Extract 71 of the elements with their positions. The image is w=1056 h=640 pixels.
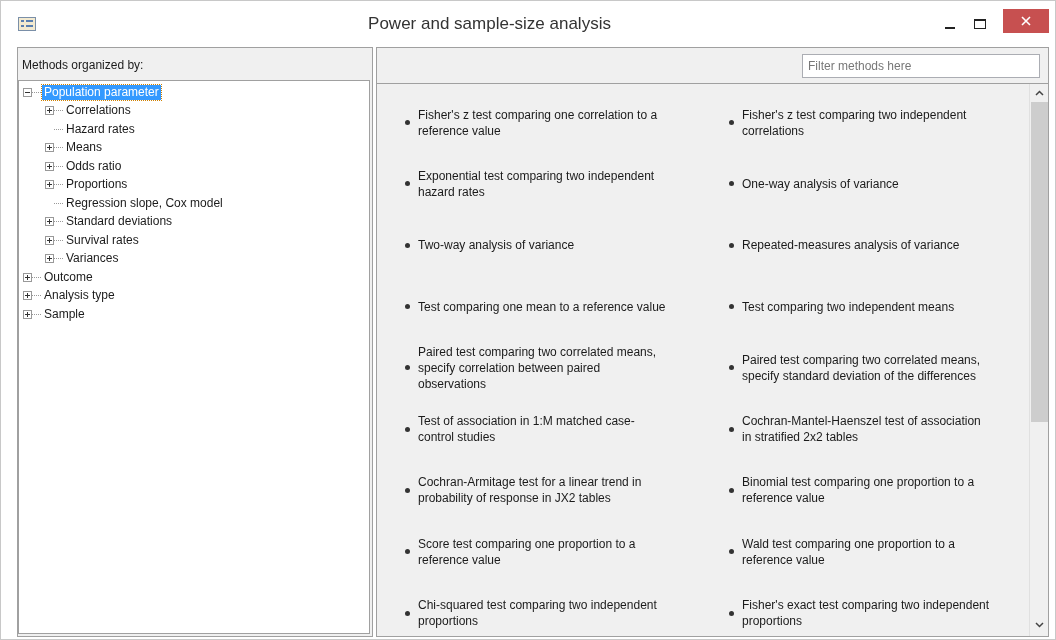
tree-item[interactable]: Analysis type xyxy=(42,288,117,304)
method-link[interactable]: Fisher's z test comparing one correlation to a reference value xyxy=(418,106,668,139)
method-link[interactable]: One-way analysis of variance xyxy=(742,175,992,192)
bullet-icon xyxy=(405,549,410,555)
bullet-icon xyxy=(729,549,734,555)
tree-item[interactable]: Survival rates xyxy=(64,232,141,248)
expand-icon[interactable] xyxy=(45,106,54,116)
tree-item[interactable]: Regression slope, Cox model xyxy=(64,195,225,211)
tree-item[interactable]: Standard deviations xyxy=(64,214,175,230)
scroll-down-icon[interactable] xyxy=(1034,622,1044,628)
tree-item[interactable]: Odds ratio xyxy=(64,158,124,174)
bullet-icon xyxy=(729,426,734,432)
method-link[interactable]: Fisher's exact test comparing two independent proportions xyxy=(742,597,992,629)
tree-item[interactable]: Sample xyxy=(42,306,87,322)
bullet-icon xyxy=(729,304,734,310)
window-title: Power and sample-size analysis xyxy=(367,13,612,36)
expand-icon[interactable] xyxy=(23,272,32,282)
method-link[interactable]: Fisher's z test comparing two independent correlations xyxy=(742,106,992,139)
bullet-icon xyxy=(405,426,410,432)
method-link[interactable]: Score test comparing one proportion to a reference value xyxy=(418,535,668,568)
expand-icon[interactable] xyxy=(45,180,54,190)
bullet-icon xyxy=(729,365,734,371)
bullet-icon xyxy=(729,181,734,187)
expand-icon[interactable] xyxy=(45,217,54,227)
bullet-icon xyxy=(405,487,410,493)
scroll-up-icon[interactable] xyxy=(1034,90,1044,96)
bullet-icon xyxy=(405,365,410,371)
tree-item[interactable]: Outcome xyxy=(42,269,95,285)
method-link[interactable]: Test comparing one mean to a reference value xyxy=(418,298,668,315)
sidebar-heading: Methods organized by: xyxy=(21,57,145,74)
method-link[interactable]: Repeated-measures analysis of variance xyxy=(742,237,992,254)
bullet-icon xyxy=(729,487,734,493)
bullet-icon xyxy=(405,304,410,310)
bullet-icon xyxy=(405,120,410,126)
expand-icon[interactable] xyxy=(23,309,32,319)
method-link[interactable]: Chi-squared test comparing two independent proportions xyxy=(418,597,668,629)
maximize-icon xyxy=(974,19,986,29)
filter-field[interactable]: Filter methods here xyxy=(802,53,1040,78)
method-link[interactable]: Exponential test comparing two independent hazard rates xyxy=(418,167,668,200)
method-link[interactable]: Wald test comparing one proportion to a reference value xyxy=(742,535,992,568)
collapse-icon[interactable] xyxy=(23,87,32,97)
method-link[interactable]: Cochran-Armitage test for a linear trend in probability of response in JX2 tables xyxy=(418,474,668,507)
bullet-icon xyxy=(729,610,734,616)
close-icon xyxy=(1021,16,1031,26)
expand-icon[interactable] xyxy=(23,291,32,301)
tree-item[interactable]: Means xyxy=(64,140,105,156)
bullet-icon xyxy=(405,610,410,616)
method-link[interactable]: Test comparing two independent means xyxy=(742,298,992,315)
bullet-icon xyxy=(729,242,734,248)
scrollbar-thumb[interactable] xyxy=(1030,102,1048,422)
method-link[interactable]: Paired test comparing two correlated means, specify correlation between paired observations xyxy=(418,343,668,392)
tree-item[interactable]: Correlations xyxy=(64,103,133,119)
method-link[interactable]: Paired test comparing two correlated means, specify standard deviation of the differences xyxy=(742,351,992,384)
expand-icon[interactable] xyxy=(45,143,54,153)
tree-item[interactable]: Proportions xyxy=(64,177,130,193)
app-icon xyxy=(18,17,36,31)
method-link[interactable]: Binomial test comparing one proportion to a reference value xyxy=(742,474,992,507)
close-button[interactable] xyxy=(1003,9,1049,33)
method-link[interactable]: Cochran-Mantel-Haenszel test of association in stratified 2x2 tables xyxy=(742,413,992,446)
expand-icon[interactable] xyxy=(45,161,54,171)
expand-icon[interactable] xyxy=(45,254,54,264)
bullet-icon xyxy=(729,120,734,126)
method-link[interactable]: Test of association in 1:M matched case-control studies xyxy=(418,413,668,446)
tree-item[interactable]: Hazard rates xyxy=(64,121,137,137)
expand-icon[interactable] xyxy=(45,235,54,245)
scrollbar[interactable] xyxy=(1029,84,1048,636)
tree-item[interactable]: Variances xyxy=(64,251,121,267)
bullet-icon xyxy=(405,181,410,187)
method-link[interactable]: Two-way analysis of variance xyxy=(418,237,668,254)
minimize-icon xyxy=(945,27,955,29)
bullet-icon xyxy=(405,242,410,248)
